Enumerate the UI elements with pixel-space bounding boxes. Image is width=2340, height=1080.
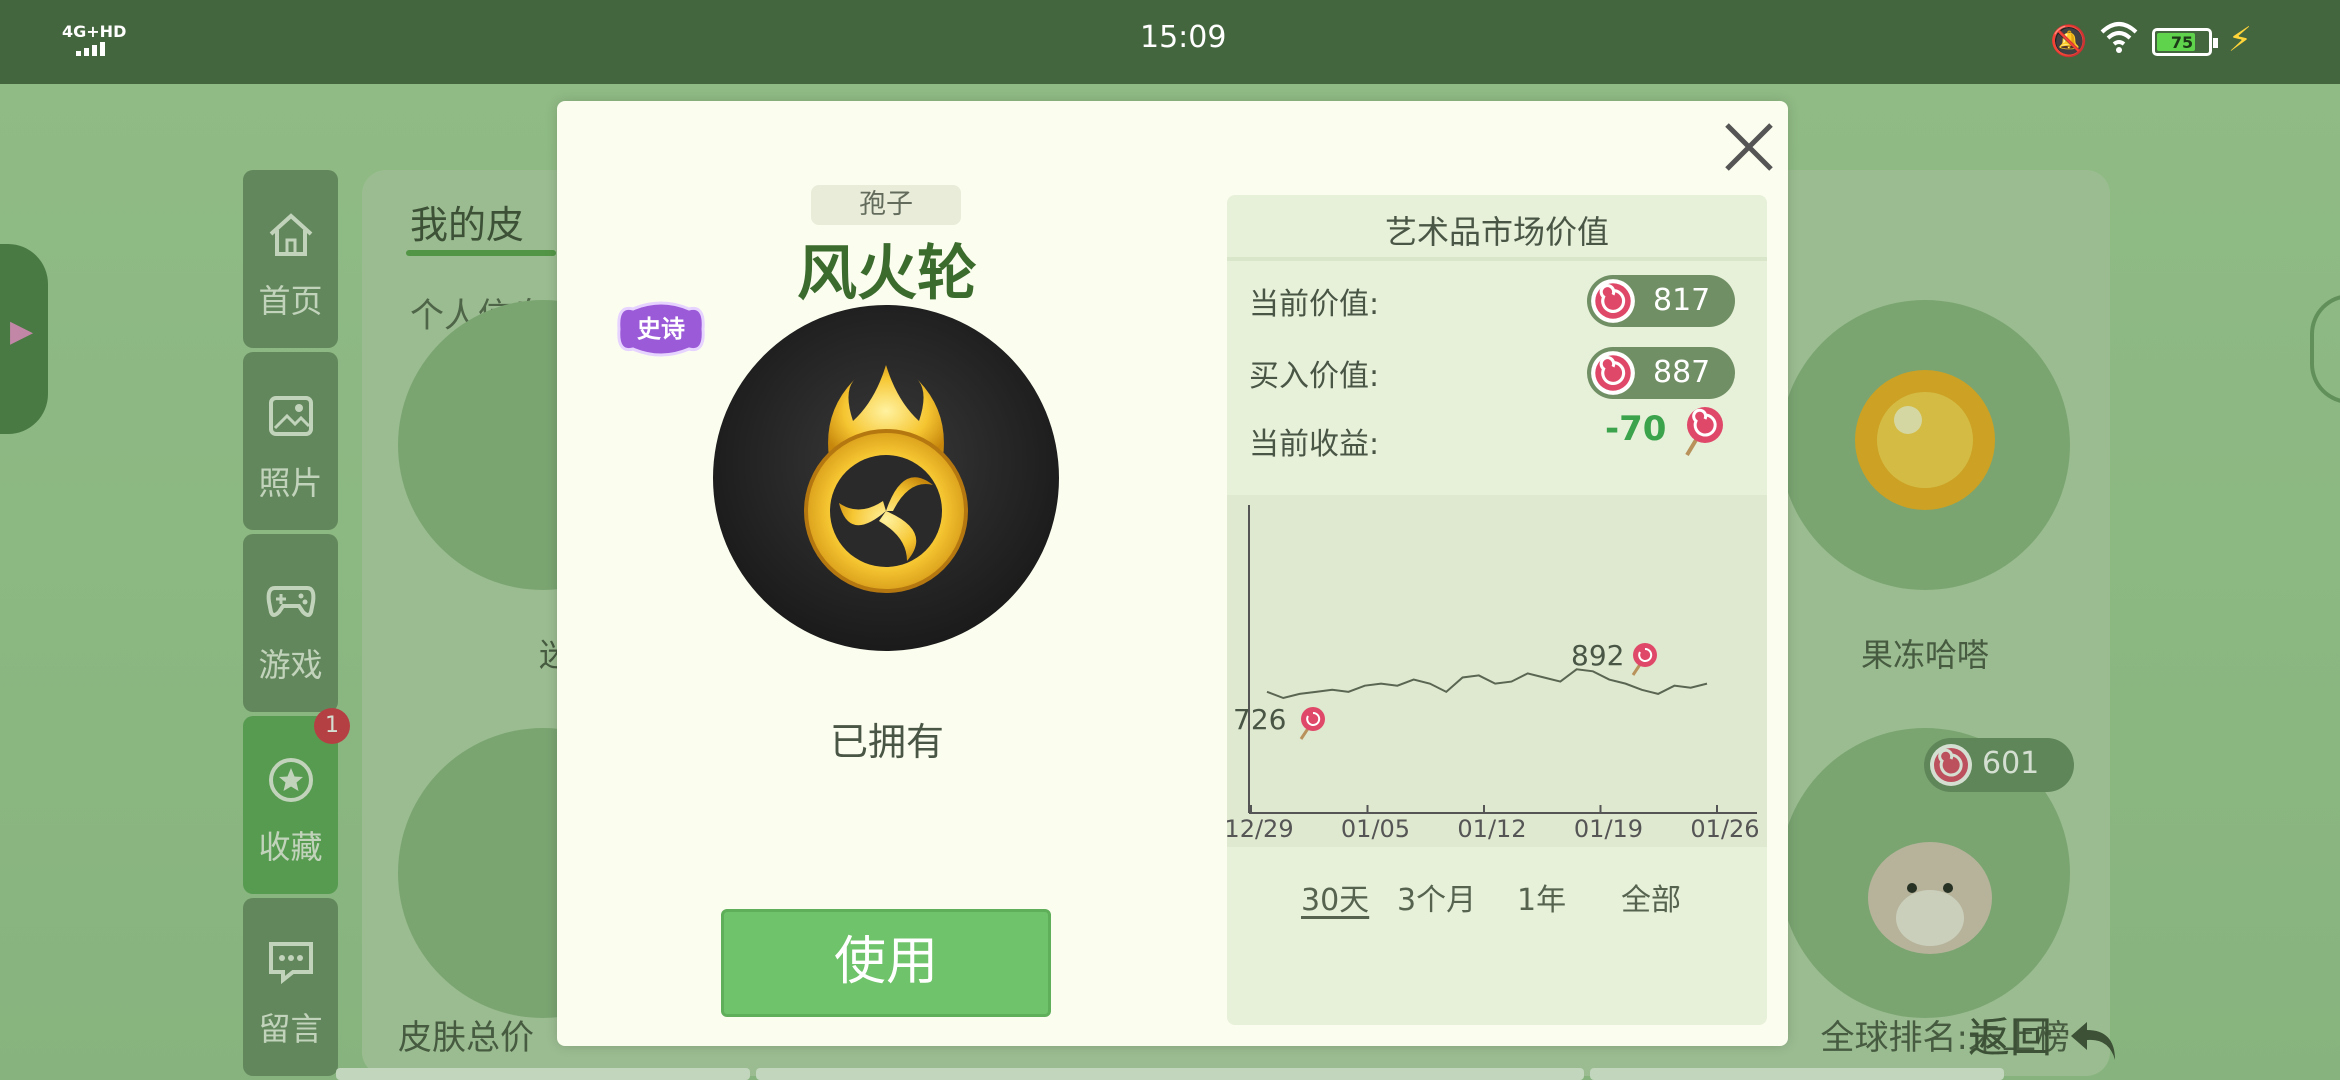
buy-value-pill: 887 <box>1587 347 1735 399</box>
x-tick-label: 01/26 <box>1690 815 1759 843</box>
min-value-label: 726 <box>1233 703 1286 736</box>
rarity-label: 史诗 <box>637 315 685 343</box>
wifi-icon <box>2100 20 2138 62</box>
max-value-label: 892 <box>1571 639 1624 672</box>
close-icon <box>1725 123 1773 171</box>
current-value: 817 <box>1653 283 1711 318</box>
signal-icon <box>76 40 112 56</box>
x-tick-label: 01/05 <box>1341 815 1410 843</box>
rarity-badge-icon: 史诗 <box>617 301 705 357</box>
category-tag: 孢子 <box>811 185 961 225</box>
price-history-chart: 12/29 01/05 01/12 01/19 01/26 726 892 <box>1224 495 1767 847</box>
x-tick-label: 01/19 <box>1574 815 1643 843</box>
battery-icon: 75 <box>2152 28 2218 56</box>
lollipop-icon <box>1685 407 1723 457</box>
price-line <box>1266 668 1708 700</box>
range-3m[interactable]: 3个月 <box>1397 875 1476 919</box>
current-value-label: 当前价值: <box>1249 287 1380 322</box>
buy-value: 887 <box>1653 355 1711 390</box>
status-icons: 🔕 75 ⚡ <box>2050 20 2280 64</box>
candy-icon <box>1591 279 1635 323</box>
range-30d[interactable]: 30天 <box>1301 875 1369 919</box>
fire-wheel-icon <box>804 365 968 593</box>
use-button[interactable]: 使用 <box>721 909 1051 1017</box>
min-candy-icon <box>1301 707 1325 731</box>
range-all[interactable]: 全部 <box>1621 875 1681 919</box>
charging-icon: ⚡ <box>2228 20 2252 60</box>
close-button[interactable] <box>1719 117 1779 177</box>
item-preview <box>713 305 1059 651</box>
status-bar: 4G+HD 15:09 🔕 75 ⚡ <box>0 0 2340 84</box>
current-value-pill: 817 <box>1587 275 1735 327</box>
clock: 15:09 <box>1140 20 1227 55</box>
range-1y[interactable]: 1年 <box>1517 875 1566 919</box>
buy-value-label: 买入价值: <box>1249 359 1380 394</box>
time-range-selector: 30天 3个月 1年 全部 <box>1227 875 1767 925</box>
candy-icon <box>1591 351 1635 395</box>
battery-level: 75 <box>2170 33 2194 52</box>
max-candy-icon <box>1633 643 1657 667</box>
price-chart-svg: 12/29 01/05 01/12 01/19 01/26 726 892 <box>1224 505 1760 843</box>
x-tick-label: 01/12 <box>1457 815 1526 843</box>
divider <box>1227 257 1767 261</box>
market-heading: 艺术品市场价值 <box>1384 213 1609 251</box>
market-value-panel: 艺术品市场价值 当前价值: 817 买入价值: 887 当前收益: -70 12… <box>1224 195 1767 1025</box>
item-detail-dialog: 孢子 风火轮 史诗 已拥有 使用 艺术品市场价值 当前价值: 817 买入价值:… <box>557 101 1788 1046</box>
profit-value: -70 <box>1605 409 1667 449</box>
bell-muted-icon: 🔕 <box>2050 24 2088 59</box>
ownership-status: 已拥有 <box>829 720 944 764</box>
profit-label: 当前收益: <box>1249 427 1380 462</box>
x-tick-label: 12/29 <box>1227 815 1294 843</box>
item-title: 风火轮 <box>797 239 977 309</box>
network-type: 4G+HD <box>62 22 127 41</box>
